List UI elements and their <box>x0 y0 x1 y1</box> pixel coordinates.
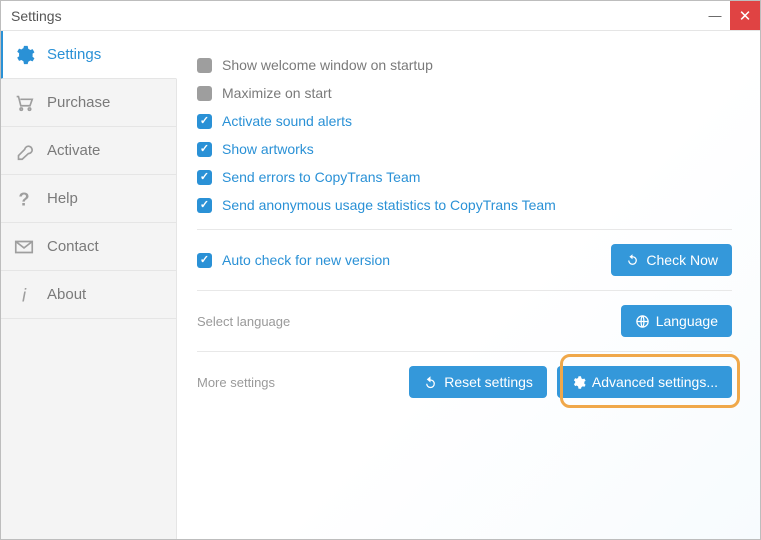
sidebar-item-settings[interactable]: Settings <box>0 31 177 79</box>
question-icon: ? <box>13 188 35 210</box>
button-label: Advanced settings... <box>592 374 718 390</box>
sidebar-item-about[interactable]: i About <box>1 271 176 319</box>
button-label: Language <box>656 313 718 329</box>
window-title: Settings <box>11 8 62 24</box>
row-more-settings: More settings Reset settings Advanced se… <box>197 362 732 402</box>
sidebar-item-label: About <box>47 286 86 303</box>
close-button[interactable]: ✕ <box>730 1 760 30</box>
refresh-icon <box>625 253 640 268</box>
sidebar-item-label: Settings <box>47 46 101 63</box>
sidebar: Settings Purchase Activate ? Help <box>1 31 177 539</box>
divider <box>197 351 732 352</box>
checkbox-label[interactable]: Send anonymous usage statistics to CopyT… <box>222 197 556 213</box>
checkbox-autocheck[interactable] <box>197 253 212 268</box>
button-label: Reset settings <box>444 374 533 390</box>
checkbox-maximize[interactable] <box>197 86 212 101</box>
button-label: Check Now <box>646 252 718 268</box>
cart-icon <box>13 92 35 114</box>
sidebar-item-purchase[interactable]: Purchase <box>1 79 176 127</box>
content-area: Show welcome window on startup Maximize … <box>177 31 760 539</box>
sidebar-item-label: Activate <box>47 142 100 159</box>
language-button[interactable]: Language <box>621 305 732 337</box>
minimize-button[interactable]: — <box>700 1 730 30</box>
row-language: Select language Language <box>197 301 732 341</box>
gear-icon <box>13 44 35 66</box>
envelope-icon <box>13 236 35 258</box>
option-sound: Activate sound alerts <box>197 107 732 135</box>
sidebar-item-label: Purchase <box>47 94 110 111</box>
option-stats: Send anonymous usage statistics to CopyT… <box>197 191 732 219</box>
checkbox-welcome[interactable] <box>197 58 212 73</box>
sidebar-item-label: Contact <box>47 238 99 255</box>
titlebar: Settings — ✕ <box>1 1 760 31</box>
checkbox-label[interactable]: Show artworks <box>222 141 314 157</box>
sidebar-item-help[interactable]: ? Help <box>1 175 176 223</box>
check-now-button[interactable]: Check Now <box>611 244 732 276</box>
checkbox-errors[interactable] <box>197 170 212 185</box>
option-errors: Send errors to CopyTrans Team <box>197 163 732 191</box>
settings-window: Settings — ✕ Settings Purchase <box>0 0 761 540</box>
advanced-settings-button[interactable]: Advanced settings... <box>557 366 732 398</box>
info-icon: i <box>13 284 35 306</box>
sidebar-item-label: Help <box>47 190 78 207</box>
undo-icon <box>423 375 438 390</box>
globe-icon <box>635 314 650 329</box>
checkbox-label[interactable]: Send errors to CopyTrans Team <box>222 169 420 185</box>
window-controls: — ✕ <box>700 1 760 30</box>
checkbox-label[interactable]: Show welcome window on startup <box>222 57 433 73</box>
divider <box>197 290 732 291</box>
checkbox-sound[interactable] <box>197 114 212 129</box>
divider <box>197 229 732 230</box>
window-body: Settings Purchase Activate ? Help <box>1 31 760 539</box>
checkbox-label[interactable]: Auto check for new version <box>222 252 390 268</box>
checkbox-artworks[interactable] <box>197 142 212 157</box>
option-maximize: Maximize on start <box>197 79 732 107</box>
more-settings-label: More settings <box>197 375 275 390</box>
key-icon <box>13 140 35 162</box>
checkbox-label[interactable]: Activate sound alerts <box>222 113 352 129</box>
gear-icon <box>571 375 586 390</box>
row-autocheck: Auto check for new version Check Now <box>197 240 732 280</box>
svg-text:i: i <box>22 284 27 305</box>
sidebar-item-contact[interactable]: Contact <box>1 223 176 271</box>
reset-settings-button[interactable]: Reset settings <box>409 366 547 398</box>
select-language-label: Select language <box>197 314 290 329</box>
checkbox-label[interactable]: Maximize on start <box>222 85 332 101</box>
option-artworks: Show artworks <box>197 135 732 163</box>
checkbox-stats[interactable] <box>197 198 212 213</box>
sidebar-item-activate[interactable]: Activate <box>1 127 176 175</box>
option-welcome: Show welcome window on startup <box>197 51 732 79</box>
svg-text:?: ? <box>18 188 29 209</box>
